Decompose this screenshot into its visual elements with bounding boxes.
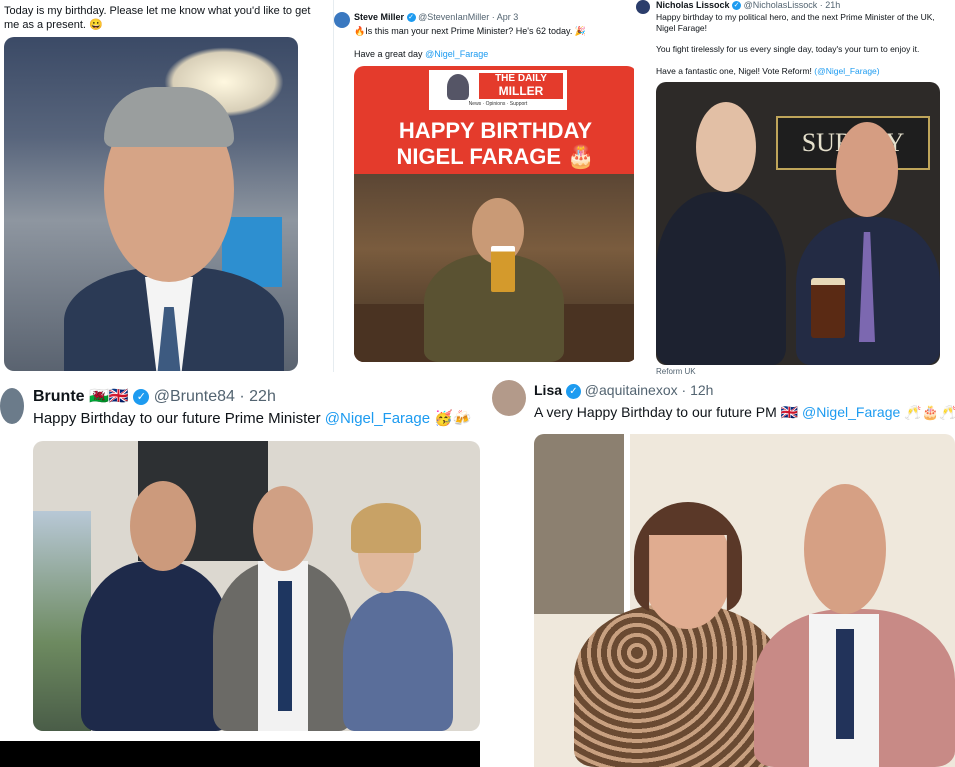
tweet-emoji: 🥂🎂🥂 [904,404,955,420]
image-caption: Reform UK [656,367,696,376]
bottom-bar [0,741,480,767]
tweet-text: A very Happy Birthday to our future PM 🇬… [534,404,799,420]
verified-badge-icon: ✓ [406,13,416,23]
author-handle[interactable]: @NicholasLissock · 21h [744,0,841,10]
mention-link[interactable]: @Nigel_Farage [802,404,900,420]
pint-glass [491,246,515,292]
tweet-panel-5: Lisa ✓ @aquitainexox · 12h A very Happy … [487,376,955,767]
window [534,434,630,614]
banner-bottom: MILLER [498,84,544,98]
tweet-text-1: Happy birthday to my political hero, and… [656,12,935,33]
person-left-body [656,192,786,365]
tweet-panel-1: Today is my birthday. Please let me know… [0,0,330,375]
avatar[interactable] [334,12,350,28]
tweet-emoji: 🥳🍻 [434,410,472,427]
tweet-text: Today is my birthday. Please let me know… [4,5,311,31]
person-center-face [253,486,313,571]
avatar[interactable] [0,388,24,424]
tweet-photo[interactable] [534,434,955,767]
banner-box: THE DAILY MILLER News · Opinions · Suppo… [429,70,567,110]
person-right-face [836,122,898,217]
avatar[interactable] [636,0,650,14]
tweet-panel-2: Steve Miller ✓ @StevenIanMiller · Apr 3 … [333,0,641,372]
tweet-text-2: Have a great day [354,49,423,59]
verified-badge-icon: ✓ [565,383,581,399]
author-name[interactable]: Steve Miller [354,12,404,22]
mention-link[interactable]: @Nigel_Farage [425,49,488,59]
headline-1: HAPPY BIRTHDAY [398,118,593,143]
mention-link[interactable]: (@Nigel_Farage) [814,66,879,76]
author-name[interactable]: Lisa [534,382,562,398]
headline-2: NIGEL FARAGE 🎂 [396,144,595,169]
banner-title-box: THE DAILY MILLER [479,73,563,99]
author-name[interactable]: Brunte 🏴󠁧󠁢󠁷󠁬󠁳󠁿🇬🇧 [33,388,129,405]
tweet-panel-4: Brunte 🏴󠁧󠁢󠁷󠁬󠁳󠁿🇬🇧 ✓ @Brunte84 · 22h Happy… [0,380,480,767]
tweet-photo[interactable]: SURREY [656,82,940,365]
tie [836,629,854,739]
person-right-body [343,591,453,731]
hair [351,503,421,553]
author-handle[interactable]: @aquitainexox · 12h [585,382,714,398]
banner-tagline: News · Opinions · Support [468,101,528,107]
tweet-text: 🔥Is this man your next Prime Minister? H… [354,26,587,36]
banner-portrait [447,74,469,100]
author-handle[interactable]: @StevenIanMiller · Apr 3 [418,12,518,22]
tweet-image[interactable]: THE DAILY MILLER News · Opinions · Suppo… [354,66,637,362]
pub-photo [354,174,637,362]
person-left-body [81,561,231,731]
tweet-photo[interactable] [33,441,480,731]
verified-badge-icon: ✓ [133,388,150,405]
pint-glass [811,278,845,338]
person-left-body [574,604,784,767]
tweet-panel-3: Nicholas Lissock ✓ @NicholasLissock · 21… [634,0,955,380]
tie [278,581,292,711]
tweet-text: Happy Birthday to our future Prime Minis… [33,410,321,427]
tweet-photo[interactable] [4,37,298,371]
person-left-face [696,102,756,192]
person-right-face [804,484,886,614]
avatar[interactable] [492,380,526,416]
author-name[interactable]: Nicholas Lissock [656,0,730,10]
mention-link[interactable]: @Nigel_Farage [325,410,430,427]
tweet-text-2: You fight tirelessly for us every single… [656,44,920,54]
person-left-face [130,481,196,571]
tweet-text-3: Have a fantastic one, Nigel! Vote Reform… [656,66,812,76]
verified-badge-icon: ✓ [732,1,742,11]
author-handle[interactable]: @Brunte84 · 22h [154,388,276,405]
